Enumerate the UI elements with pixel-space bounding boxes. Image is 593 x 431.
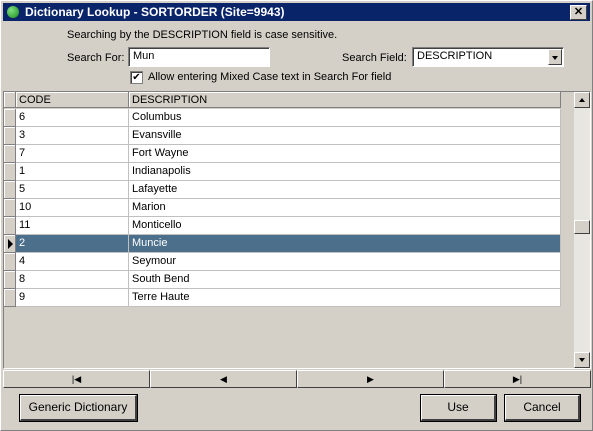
vertical-scrollbar[interactable] bbox=[574, 92, 590, 368]
row-selector[interactable] bbox=[4, 235, 16, 253]
row-selector[interactable] bbox=[4, 253, 16, 271]
title-bar[interactable]: Dictionary Lookup - SORTORDER (Site=9943… bbox=[3, 3, 590, 21]
cell-code[interactable]: 1 bbox=[16, 163, 129, 181]
cancel-button[interactable]: Cancel bbox=[504, 394, 581, 422]
cell-code[interactable]: 4 bbox=[16, 253, 129, 271]
row-selector[interactable] bbox=[4, 163, 16, 181]
search-field-select[interactable]: DESCRIPTION bbox=[412, 47, 564, 67]
prior-record-button[interactable]: ◀ bbox=[150, 370, 297, 388]
cell-description[interactable]: Columbus bbox=[129, 109, 561, 127]
scroll-down-icon[interactable] bbox=[574, 352, 590, 368]
row-selector[interactable] bbox=[4, 199, 16, 217]
row-selector[interactable] bbox=[4, 217, 16, 235]
cell-code[interactable]: 2 bbox=[16, 235, 129, 253]
search-field-label: Search Field: bbox=[342, 52, 407, 64]
grid-body: CODE DESCRIPTION 6 Columbus 3 Evansville 7 Fo… bbox=[4, 92, 576, 368]
chevron-down-icon[interactable] bbox=[548, 49, 562, 65]
cell-code[interactable]: 8 bbox=[16, 271, 129, 289]
mixed-case-checkbox[interactable]: ✔ bbox=[130, 71, 143, 84]
mixed-case-label: Allow entering Mixed Case text in Search… bbox=[148, 71, 392, 83]
cell-description[interactable]: Monticello bbox=[129, 217, 561, 235]
search-for-label: Search For: bbox=[67, 52, 125, 64]
cell-description[interactable]: Seymour bbox=[129, 253, 561, 271]
column-header-code[interactable]: CODE bbox=[16, 92, 129, 108]
first-record-button[interactable]: |◀ bbox=[3, 370, 150, 388]
row-selector[interactable] bbox=[4, 127, 16, 145]
scroll-thumb[interactable] bbox=[574, 220, 590, 234]
search-for-input[interactable]: Mun bbox=[128, 47, 270, 67]
column-header-description[interactable]: DESCRIPTION bbox=[129, 92, 561, 108]
cell-code[interactable]: 11 bbox=[16, 217, 129, 235]
lookup-grid: CODE DESCRIPTION 6 Columbus 3 Evansville 7 Fo… bbox=[3, 91, 591, 369]
header-corner bbox=[4, 92, 16, 108]
record-navigator: |◀ ◀ ▶ ▶| bbox=[3, 370, 591, 388]
generic-dictionary-button[interactable]: Generic Dictionary bbox=[19, 394, 138, 422]
window-title: Dictionary Lookup - SORTORDER (Site=9943… bbox=[25, 5, 285, 19]
cell-code[interactable]: 7 bbox=[16, 145, 129, 163]
row-selector[interactable] bbox=[4, 181, 16, 199]
cell-description[interactable]: Lafayette bbox=[129, 181, 561, 199]
cell-code[interactable]: 9 bbox=[16, 289, 129, 307]
scroll-up-icon[interactable] bbox=[574, 92, 590, 108]
next-record-button[interactable]: ▶ bbox=[297, 370, 444, 388]
cell-description[interactable]: Terre Haute bbox=[129, 289, 561, 307]
cell-description[interactable]: Muncie bbox=[129, 235, 561, 253]
cell-description[interactable]: Evansville bbox=[129, 127, 561, 145]
cell-description[interactable]: South Bend bbox=[129, 271, 561, 289]
cell-code[interactable]: 5 bbox=[16, 181, 129, 199]
cell-code[interactable]: 3 bbox=[16, 127, 129, 145]
row-selector[interactable] bbox=[4, 289, 16, 307]
close-button[interactable]: ✕ bbox=[570, 5, 587, 20]
cell-description[interactable]: Marion bbox=[129, 199, 561, 217]
app-icon bbox=[7, 6, 19, 18]
last-record-button[interactable]: ▶| bbox=[444, 370, 591, 388]
use-button[interactable]: Use bbox=[420, 394, 497, 422]
dictionary-lookup-window: Dictionary Lookup - SORTORDER (Site=9943… bbox=[0, 0, 593, 431]
cell-code[interactable]: 6 bbox=[16, 109, 129, 127]
search-field-value: DESCRIPTION bbox=[417, 50, 493, 62]
cell-code[interactable]: 10 bbox=[16, 199, 129, 217]
cell-description[interactable]: Fort Wayne bbox=[129, 145, 561, 163]
cell-description[interactable]: Indianapolis bbox=[129, 163, 561, 181]
case-sensitive-note: Searching by the DESCRIPTION field is ca… bbox=[67, 29, 338, 41]
row-selector[interactable] bbox=[4, 271, 16, 289]
row-selector[interactable] bbox=[4, 145, 16, 163]
row-selector[interactable] bbox=[4, 109, 16, 127]
